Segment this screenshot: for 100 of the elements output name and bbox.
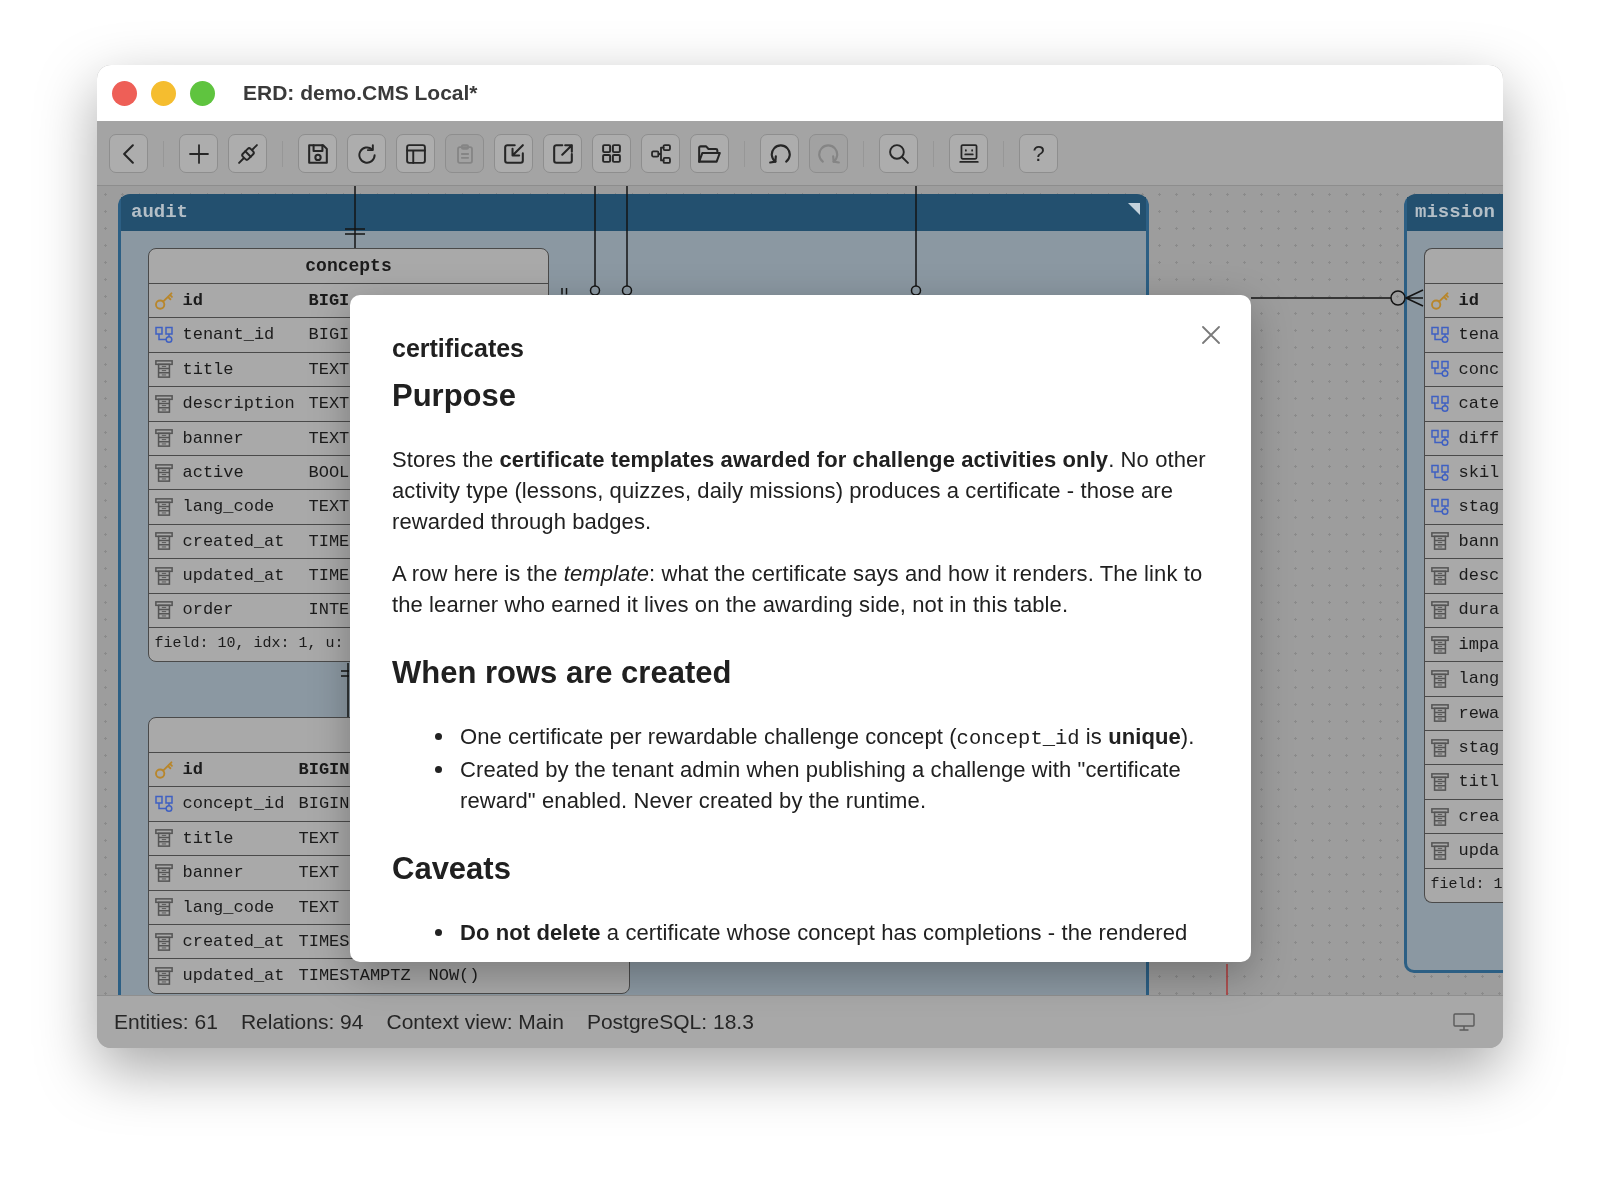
bullet-text: Do not delete a certificate whose concept has completions - the rendered [460, 919, 1188, 947]
column-name: concept_id [182, 793, 285, 816]
stacked-rows-icon [154, 394, 173, 413]
column-type: TEXT [308, 358, 350, 381]
stacked-rows-icon [1430, 704, 1449, 723]
status-item: Entities: 61 [114, 1009, 218, 1036]
stacked-rows-icon [154, 498, 173, 517]
table-stats: field: 10, idx: 1, u: [154, 634, 344, 655]
column-name: tenant_id [182, 324, 275, 347]
window-title: ERD: demo.CMS Local* [243, 80, 478, 107]
dialog-title: certificates [392, 333, 525, 363]
stacked-rows-icon [154, 932, 173, 951]
redo-icon [817, 143, 840, 164]
section-heading: When rows are created [392, 654, 732, 692]
corner-triangle-icon [1128, 203, 1140, 215]
section-heading: Purpose [392, 377, 517, 415]
column-type: INTE [308, 599, 350, 622]
import-button[interactable] [494, 134, 533, 173]
export-button[interactable] [543, 134, 582, 173]
hierarchy-icon [650, 143, 671, 164]
connect-button[interactable] [228, 134, 267, 173]
column-type: TIME [308, 565, 350, 588]
window-close-button[interactable] [112, 80, 137, 106]
bullet-icon [435, 766, 442, 773]
linked-key-icon [1430, 498, 1449, 517]
undo-button[interactable] [760, 134, 799, 173]
linked-key-icon [154, 326, 173, 345]
layout-button[interactable] [396, 134, 435, 173]
column-name: lang [1458, 668, 1500, 691]
column-name: active [182, 461, 244, 484]
relationship-line [344, 186, 366, 249]
stacked-rows-icon [154, 863, 173, 882]
column-type: BIGI [308, 324, 350, 347]
column-name: bann [1458, 530, 1500, 553]
column-name: id [1458, 289, 1479, 312]
stacked-rows-icon [1430, 670, 1449, 688]
stacked-rows-icon [1430, 738, 1449, 757]
section-heading: Caveats [392, 850, 511, 888]
stacked-rows-icon [1430, 841, 1449, 860]
screen-button[interactable] [949, 134, 988, 173]
stacked-rows-icon [154, 463, 173, 482]
linked-key-icon [1430, 326, 1449, 345]
stacked-rows-icon [154, 566, 173, 585]
back-button[interactable] [109, 134, 148, 173]
plug-icon [237, 143, 258, 164]
stacked-rows-icon [1430, 635, 1449, 654]
column-type: BIGIN [298, 758, 350, 781]
column-type: TEXT [308, 393, 350, 416]
close-icon [1202, 326, 1220, 344]
stacked-rows-icon [154, 898, 173, 917]
chevron-left-icon [123, 143, 134, 164]
column-name: title [182, 827, 234, 850]
group-name: audit [131, 201, 188, 223]
help-button[interactable]: ? [1019, 134, 1058, 173]
stacked-rows-icon [1430, 532, 1449, 551]
key-icon [1430, 291, 1449, 310]
open-button[interactable] [690, 134, 729, 173]
add-button[interactable] [179, 134, 218, 173]
column-type: TEXT [298, 896, 340, 919]
linked-key-icon [1430, 394, 1449, 413]
column-name: conc [1458, 358, 1500, 381]
hierarchy-button[interactable] [641, 134, 680, 173]
column-type: TIMESTAMPTZ [298, 965, 411, 988]
column-name: lang_code [182, 896, 275, 919]
column-name: cate [1458, 393, 1500, 416]
column-type: TEXT [308, 427, 350, 450]
stacked-rows-icon [154, 532, 173, 551]
column-name: id [182, 289, 203, 312]
column-type: BIGI [308, 289, 350, 312]
column-type: TEXT [308, 496, 350, 519]
search-button[interactable] [879, 134, 918, 173]
column-name: lang_code [182, 496, 275, 519]
key-icon [154, 760, 173, 779]
search-icon [888, 143, 909, 164]
import-arrow-icon [503, 143, 524, 164]
column-name: impa [1458, 633, 1500, 656]
save-button[interactable] [298, 134, 337, 173]
paragraph: A row here is the template: what the certificate says and how it renders. The link to the learner who earned it lives on the awarding side, not in this table. [392, 560, 1204, 619]
close-button[interactable] [1201, 325, 1221, 345]
column-name: skil [1458, 461, 1500, 484]
screen-icon [958, 144, 979, 163]
column-name: created_at [182, 530, 285, 553]
linked-key-icon [1430, 463, 1449, 482]
column-name: rewa [1458, 702, 1500, 725]
column-name: description [182, 393, 295, 416]
bullet-text: Created by the tenant admin when publishing a challenge with "certificate reward" enabled. Never created by the runtime. [460, 756, 1182, 815]
column-name: order [182, 599, 234, 622]
column-name: banner [182, 427, 244, 450]
column-type: TIMES [298, 930, 350, 953]
clipboard-icon [456, 143, 473, 164]
column-name: title [182, 358, 234, 381]
status-item: PostgreSQL: 18.3 [586, 1009, 754, 1036]
column-name: banner [182, 862, 244, 885]
export-arrow-icon [552, 143, 573, 164]
relationship-marker [561, 287, 568, 296]
linked-key-icon [1430, 360, 1449, 379]
column-type: TEXT [298, 862, 340, 885]
grid-button[interactable] [592, 134, 631, 173]
column-name: crea [1458, 805, 1500, 828]
refresh-button[interactable] [347, 134, 386, 173]
